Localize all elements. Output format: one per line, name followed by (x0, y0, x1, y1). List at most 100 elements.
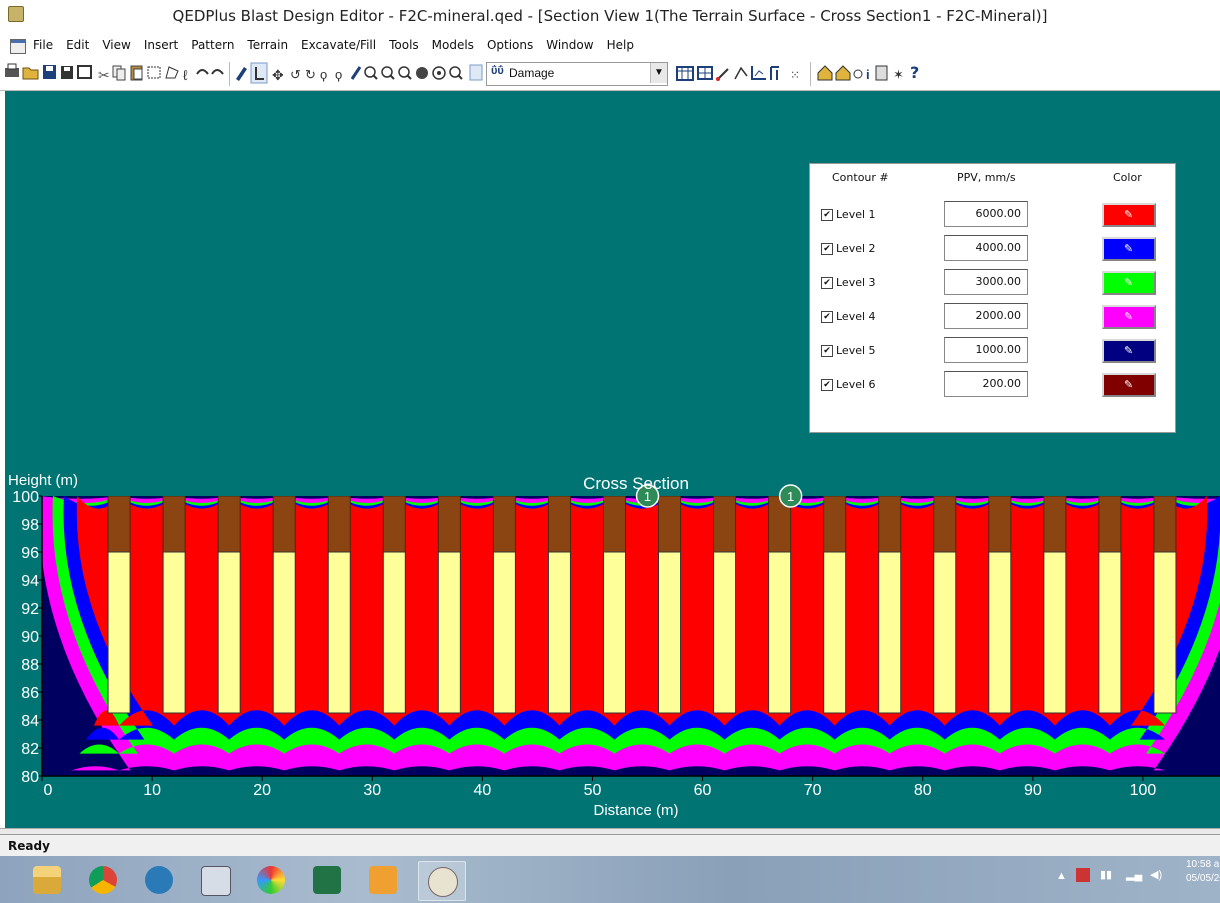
level-6-checkbox[interactable]: ✔ (821, 379, 833, 391)
redo-icon[interactable] (211, 69, 224, 75)
menu-models[interactable]: Models (432, 38, 474, 52)
save-icon[interactable] (43, 65, 56, 79)
display-mode-combo[interactable]: ΰΰ Damage ▼ (486, 62, 668, 86)
level-1-checkbox[interactable]: ✔ (821, 209, 833, 221)
tray-volume-icon[interactable]: ◀) (1150, 868, 1162, 881)
excel-icon (313, 866, 341, 894)
tray-chevron-icon[interactable]: ▲ (1056, 870, 1067, 882)
pointer-icon[interactable] (250, 62, 268, 84)
hole-stemming (162, 496, 186, 553)
level-2-ppv-input[interactable]: 4000.00 (944, 235, 1028, 261)
hole-stemming (382, 496, 406, 553)
windows-taskbar: ▲ ▮▮ ▂▄ ◀) (0, 856, 1220, 903)
level-2-checkbox[interactable]: ✔ (821, 243, 833, 255)
hole-stemming (217, 496, 241, 553)
chevron-down-icon[interactable]: ▼ (650, 63, 667, 83)
rotate-cw-icon[interactable]: ↻ (305, 67, 316, 82)
save-as-icon[interactable] (61, 66, 73, 79)
taskbar-chrome[interactable] (80, 861, 126, 899)
open-icon[interactable] (22, 67, 39, 80)
taskbar-outlook[interactable] (360, 861, 406, 899)
taskbar-hp[interactable] (136, 861, 182, 899)
taskbar-file-explorer[interactable] (24, 861, 70, 899)
x-tick-label: 40 (473, 782, 491, 799)
level-6-ppv-input[interactable]: 200.00 (944, 371, 1028, 397)
hole-charge (878, 551, 902, 714)
pen-icon[interactable] (236, 67, 247, 81)
menu-tools[interactable]: Tools (389, 38, 419, 52)
taskbar-qedplus[interactable] (418, 861, 466, 901)
menu-terrain[interactable]: Terrain (247, 38, 288, 52)
menu-excavate-fill[interactable]: Excavate/Fill (301, 38, 376, 52)
zoom-previous-icon[interactable] (449, 66, 463, 80)
level-1-ppv-input[interactable]: 6000.00 (944, 201, 1028, 227)
y-tick-label: 96 (21, 545, 39, 562)
tray-flag-icon[interactable] (1076, 868, 1090, 882)
hole-charge (492, 551, 516, 714)
rotate-icon[interactable]: ↺ (290, 67, 301, 82)
menu-window[interactable]: Window (546, 38, 593, 52)
x-tick-label: 30 (363, 782, 381, 799)
hole-stemming (547, 496, 571, 553)
menu-file[interactable]: File (33, 38, 53, 52)
x-tick-label: 0 (44, 782, 53, 799)
menu-pattern[interactable]: Pattern (191, 38, 234, 52)
draw-line-icon[interactable] (350, 66, 362, 80)
lasso-icon[interactable]: ℓ (183, 67, 188, 83)
lasso-zoom-icon[interactable]: ϙ (320, 67, 327, 82)
menu-help[interactable]: Help (607, 38, 634, 52)
tray-network-icon[interactable]: ▮▮ (1100, 868, 1112, 881)
menu-insert[interactable]: Insert (144, 38, 178, 52)
undo-icon[interactable] (196, 69, 209, 75)
zoom-extents-icon[interactable] (416, 67, 428, 79)
level-6-color-button[interactable]: ✎ (1102, 373, 1156, 397)
menu-options[interactable]: Options (487, 38, 533, 52)
palette-icon: ✎ (1124, 276, 1134, 289)
print-icon[interactable] (5, 63, 19, 77)
cross-section-chart[interactable]: 11 80828486889092949698100 0 10 20 30 40 50 60… (0, 468, 1220, 828)
y-tick-label: 92 (21, 601, 39, 618)
level-4-checkbox[interactable]: ✔ (821, 311, 833, 323)
level-5-checkbox[interactable]: ✔ (821, 345, 833, 357)
zoom-out-icon[interactable] (381, 66, 395, 80)
move-icon[interactable]: ✥ (272, 67, 284, 83)
x-tick-label: 100 (1130, 782, 1157, 799)
layers-icon[interactable] (469, 64, 483, 81)
svg-text:ϙ: ϙ (320, 67, 327, 82)
y-tick-label: 88 (21, 657, 39, 674)
pan-icon[interactable] (432, 66, 446, 80)
menu-view[interactable]: View (102, 38, 130, 52)
document-window-icon[interactable] (10, 39, 26, 54)
zoom-in-icon[interactable] (364, 66, 378, 80)
level-3-checkbox[interactable]: ✔ (821, 277, 833, 289)
x-tick-label: 60 (694, 782, 712, 799)
level-4-label: Level 4 (836, 310, 876, 323)
paste-icon[interactable] (130, 65, 143, 81)
x-axis-label: Distance (m) (593, 802, 678, 819)
taskbar-excel[interactable] (304, 861, 350, 899)
level-6-label: Level 6 (836, 378, 876, 391)
level-5-color-button[interactable]: ✎ (1102, 339, 1156, 363)
taskbar-calculator[interactable] (192, 861, 238, 899)
window-icon[interactable] (77, 65, 92, 79)
copy-icon[interactable] (112, 65, 126, 81)
menu-edit[interactable]: Edit (66, 38, 89, 52)
level-5-ppv-input[interactable]: 1000.00 (944, 337, 1028, 363)
level-4-ppv-input[interactable]: 2000.00 (944, 303, 1028, 329)
zoom-window-icon[interactable] (398, 66, 412, 80)
select-rect-icon[interactable] (147, 66, 161, 79)
cut-icon[interactable]: ✂ (98, 67, 110, 83)
tray-signal-icon[interactable]: ▂▄ (1126, 868, 1142, 881)
folder-icon (33, 866, 61, 894)
taskbar-clock[interactable]: 10:58 a. m. 05/05/2017 (1186, 858, 1220, 886)
help-icon[interactable]: ? (910, 63, 919, 82)
level-1-color-button[interactable]: ✎ (1102, 203, 1156, 227)
level-2-color-button[interactable]: ✎ (1102, 237, 1156, 261)
select-poly-icon[interactable] (165, 66, 179, 79)
level-3-color-button[interactable]: ✎ (1102, 271, 1156, 295)
taskbar-paint[interactable] (248, 861, 294, 899)
y-tick-label: 94 (21, 573, 39, 590)
level-3-ppv-input[interactable]: 3000.00 (944, 269, 1028, 295)
lasso-zoom-2-icon[interactable]: ϙ (335, 67, 342, 82)
level-4-color-button[interactable]: ✎ (1102, 305, 1156, 329)
